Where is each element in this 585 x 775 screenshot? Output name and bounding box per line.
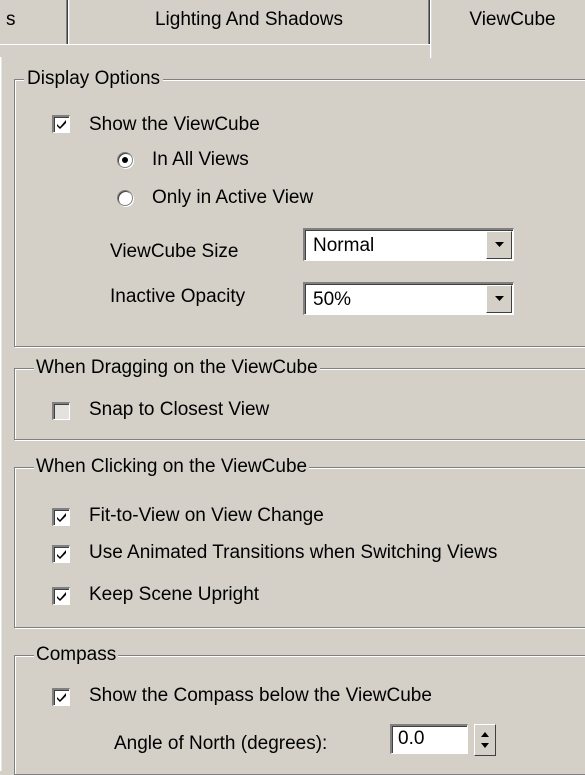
- animated-transitions-checkbox[interactable]: [52, 545, 70, 563]
- inactive-opacity-dropdown[interactable]: 50%: [303, 282, 514, 315]
- only-active-view-label: Only in Active View: [152, 187, 314, 208]
- group-legend: Compass: [34, 644, 119, 666]
- fit-to-view-label: Fit-to-View on View Change: [89, 505, 324, 526]
- panel-border: [0, 57, 2, 771]
- checkmark-icon: [57, 550, 66, 559]
- angle-spinner[interactable]: [474, 724, 496, 756]
- viewcube-size-dropdown[interactable]: Normal: [303, 228, 514, 261]
- in-all-views-label: In All Views: [152, 149, 249, 170]
- dropdown-value: 50%: [313, 289, 352, 310]
- dropdown-button[interactable]: [486, 285, 512, 313]
- angle-of-north-label: Angle of North (degrees):: [114, 733, 328, 754]
- tab-label: Lighting And Shadows: [154, 9, 344, 30]
- angle-value: 0.0: [398, 728, 425, 749]
- snap-closest-view-checkbox[interactable]: [52, 402, 70, 420]
- angle-of-north-input[interactable]: 0.0: [390, 724, 468, 754]
- tab-viewcube[interactable]: ViewCube: [430, 0, 585, 58]
- group-legend: When Dragging on the ViewCube: [34, 357, 320, 379]
- show-viewcube-checkbox[interactable]: [52, 115, 70, 133]
- show-viewcube-label: Show the ViewCube: [89, 114, 260, 135]
- only-active-view-radio[interactable]: [117, 190, 133, 206]
- tab-label: s: [6, 9, 16, 30]
- inactive-opacity-label: Inactive Opacity: [110, 286, 246, 307]
- animated-transitions-label: Use Animated Transitions when Switching …: [89, 542, 498, 563]
- fit-to-view-checkbox[interactable]: [52, 508, 70, 526]
- chevron-down-icon: [495, 242, 504, 247]
- group-legend: When Clicking on the ViewCube: [34, 456, 310, 478]
- tab-label: ViewCube: [469, 9, 556, 30]
- spinner-arrows-icon: [481, 732, 489, 748]
- checkmark-icon: [57, 592, 66, 601]
- checkmark-icon: [57, 693, 66, 702]
- checkmark-icon: [57, 120, 66, 129]
- tab-lighting-and-shadows[interactable]: Lighting And Shadows: [68, 0, 430, 45]
- viewcube-size-label: ViewCube Size: [110, 241, 239, 262]
- checkmark-icon: [57, 513, 66, 522]
- in-all-views-radio[interactable]: [117, 152, 133, 168]
- show-compass-checkbox[interactable]: [52, 688, 70, 706]
- group-legend: Display Options: [24, 68, 164, 90]
- keep-scene-upright-label: Keep Scene Upright: [89, 584, 260, 605]
- snap-closest-view-label: Snap to Closest View: [89, 399, 270, 420]
- show-compass-label: Show the Compass below the ViewCube: [89, 685, 432, 706]
- chevron-down-icon: [495, 296, 504, 301]
- keep-scene-upright-checkbox[interactable]: [52, 587, 70, 605]
- dropdown-value: Normal: [313, 235, 375, 256]
- dropdown-button[interactable]: [486, 231, 512, 259]
- tab-partial[interactable]: s: [0, 0, 68, 45]
- tab-bar: s Lighting And Shadows ViewCube: [0, 0, 585, 58]
